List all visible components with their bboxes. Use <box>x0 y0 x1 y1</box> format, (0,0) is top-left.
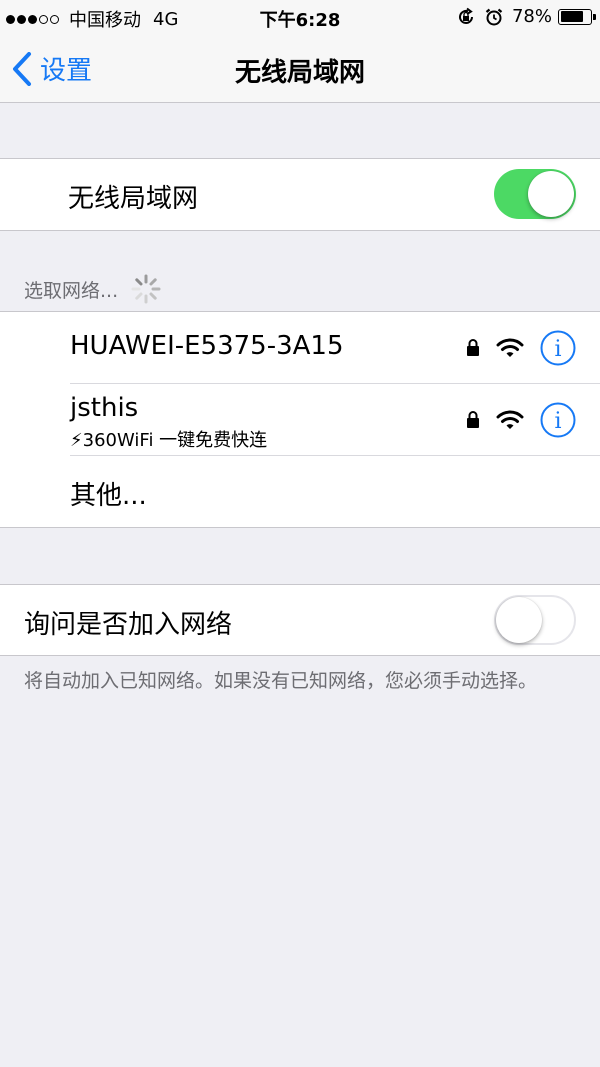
battery-icon <box>558 8 596 25</box>
wifi-toggle-label: 无线局域网 <box>68 184 199 214</box>
page-title: 无线局域网 <box>234 58 365 88</box>
network-name: HUAWEI-E5375-3A15 <box>70 331 344 361</box>
svg-text:i: i <box>554 409 561 434</box>
network-subtitle: ⚡360WiFi 一键免费快连 <box>70 430 268 451</box>
wifi-toggle-switch[interactable] <box>494 169 576 219</box>
network-row[interactable]: HUAWEI-E5375-3A15 i <box>0 312 600 384</box>
rotation-lock-icon <box>459 7 473 24</box>
ask-to-join-label: 询问是否加入网络 <box>24 610 233 640</box>
ask-to-join-toggle[interactable] <box>494 595 576 645</box>
ask-to-join-group: 询问是否加入网络 <box>0 584 600 656</box>
wifi-toggle-row: 无线局域网 <box>0 159 600 230</box>
status-right: 78% <box>456 6 596 27</box>
wifi-signal-icon <box>496 410 524 429</box>
wifi-toggle-group: 无线局域网 <box>0 158 600 231</box>
alarm-icon <box>485 8 503 25</box>
status-bar: 中国移动 4G 下午6:28 78% <box>0 0 600 34</box>
info-button-icon[interactable]: i <box>540 402 576 438</box>
lock-icon <box>467 339 479 356</box>
battery-fill <box>560 11 584 22</box>
battery-percent: 78% <box>511 6 552 27</box>
network-name: jsthis <box>70 393 139 423</box>
other-network-row[interactable]: 其他... <box>0 456 600 527</box>
loading-spinner-icon <box>131 274 161 304</box>
ask-to-join-footer: 将自动加入已知网络。如果没有已知网络，您必须手动选择。 <box>24 670 538 692</box>
networks-section-header: 选取网络... <box>24 273 162 305</box>
lock-icon <box>467 411 479 428</box>
networks-group: HUAWEI-E5375-3A15 i jsthis ⚡360WiFi 一键免费… <box>0 311 600 528</box>
toggle-knob <box>496 597 542 643</box>
toggle-knob <box>528 171 574 217</box>
network-row[interactable]: jsthis ⚡360WiFi 一键免费快连 i <box>0 384 600 456</box>
other-network-label: 其他... <box>70 481 147 511</box>
choose-network-label: 选取网络... <box>24 279 119 302</box>
wifi-signal-icon <box>496 338 524 357</box>
info-button-icon[interactable]: i <box>540 330 576 366</box>
svg-text:i: i <box>554 337 561 362</box>
ask-to-join-row: 询问是否加入网络 <box>0 585 600 655</box>
nav-bar: 设置 无线局域网 <box>0 34 600 103</box>
